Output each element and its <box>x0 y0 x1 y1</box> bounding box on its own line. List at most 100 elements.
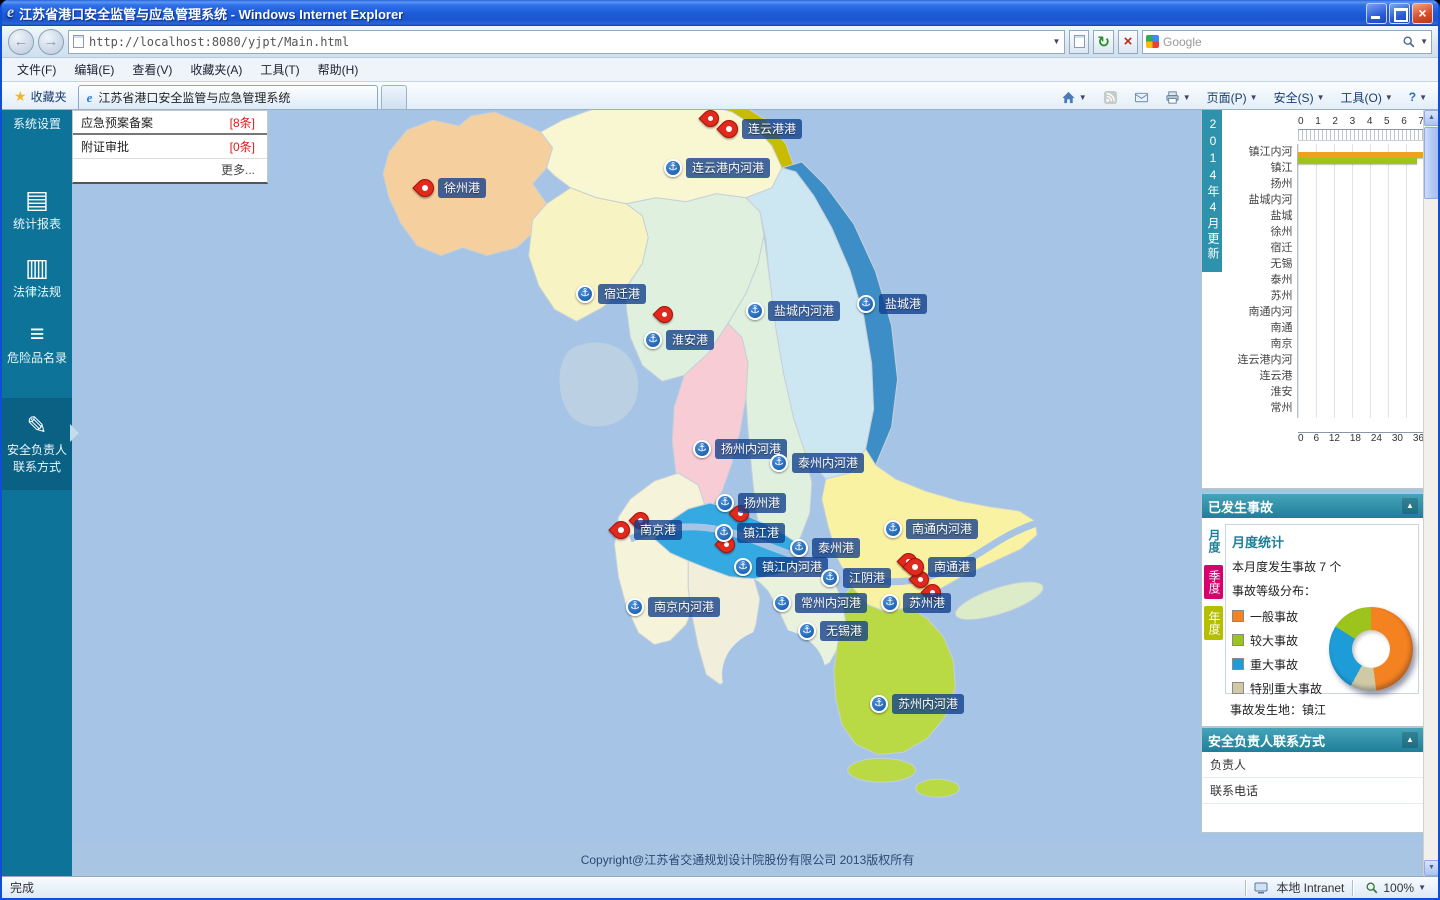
menu-item[interactable]: 编辑(E) <box>65 58 123 81</box>
menu-item[interactable]: 查看(V) <box>123 58 181 81</box>
collapse-icon[interactable]: ▲ <box>1402 732 1418 748</box>
read-mail-button[interactable] <box>1127 86 1156 108</box>
search-input[interactable] <box>1163 34 1399 49</box>
tools-menu-button[interactable]: 工具(O) ▼ <box>1333 86 1399 108</box>
menu-item[interactable]: 工具(T) <box>251 58 308 81</box>
help-icon: ? <box>1408 90 1417 104</box>
map-area[interactable]: 连云港港 连云港内河港 徐州港 宿迁港 <box>72 110 1423 876</box>
safety-menu-button[interactable]: 安全(S) ▼ <box>1267 86 1332 108</box>
address-dropdown-icon[interactable]: ▼ <box>1053 37 1061 46</box>
port-marker[interactable]: 南京港 <box>608 517 683 543</box>
port-marker[interactable]: 连云港港 <box>716 116 803 142</box>
port-label: 连云港内河港 <box>686 158 771 178</box>
chart-ruler <box>1298 130 1423 141</box>
collapse-icon[interactable]: ▲ <box>1402 498 1418 514</box>
port-marker[interactable]: 徐州港 <box>412 175 487 201</box>
notice-row[interactable]: 附证审批 [0条] <box>73 135 267 159</box>
monthly-summary: 本月度发生事故 7 个 <box>1232 560 1342 574</box>
menu-item[interactable]: 文件(F) <box>8 58 65 81</box>
rss-icon <box>1103 90 1117 104</box>
favorites-button[interactable]: ★ 收藏夹 <box>6 85 75 107</box>
sidebar-item[interactable]: ✎ 安全负责人联系方式 <box>2 398 79 490</box>
search-box[interactable]: ▼ <box>1142 29 1432 54</box>
port-marker[interactable]: 苏州港 <box>881 593 952 613</box>
menu-bar: 文件(F) 编辑(E) 查看(V) 收藏夹(A) 工具(T) 帮助(H) <box>2 58 1438 82</box>
print-button[interactable]: ▼ <box>1158 86 1198 108</box>
port-marker[interactable]: 扬州港 <box>716 493 787 513</box>
port-marker[interactable]: 江阴港 <box>821 568 892 588</box>
port-marker[interactable]: 盐城港 <box>857 294 928 314</box>
url-text[interactable]: http://localhost:8080/yjpt/Main.html <box>89 35 1048 49</box>
sidebar-item[interactable]: ▤ 统计报表 <box>2 180 72 237</box>
contacts-panel-header[interactable]: 安全负责人联系方式 ▲ <box>1202 728 1423 752</box>
minimize-button[interactable] <box>1366 2 1387 24</box>
port-marker[interactable]: 苏州内河港 <box>870 694 965 714</box>
copyright-text: Copyright@江苏省交通规划设计院股份有限公司 2013版权所有 <box>580 853 915 867</box>
port-marker[interactable]: 南京内河港 <box>626 597 721 617</box>
new-tab-button[interactable] <box>380 85 407 109</box>
accident-location: 事故发生地：镇江 <box>1230 703 1327 717</box>
port-marker[interactable]: 淮安港 <box>644 330 715 350</box>
scroll-down-button[interactable]: ▼ <box>1424 860 1438 876</box>
port-marker[interactable]: 镇江港 <box>715 523 786 543</box>
address-bar[interactable]: http://localhost:8080/yjpt/Main.html ▼ <box>68 29 1066 54</box>
port-marker[interactable]: 南通港 <box>902 554 977 580</box>
title-bar[interactable]: e 江苏省港口安全监管与应急管理系统 - Windows Internet Ex… <box>2 0 1438 26</box>
chart-category-label: 徐州 <box>1270 226 1293 238</box>
menu-item[interactable]: 收藏夹(A) <box>181 58 251 81</box>
contact-row[interactable]: 负责人 <box>1202 752 1423 778</box>
port-marker[interactable]: 宿迁港 <box>576 284 647 304</box>
menu-item[interactable]: 帮助(H) <box>309 58 368 81</box>
restore-button[interactable] <box>1389 2 1410 24</box>
chart-category-label: 泰州 <box>1270 274 1293 286</box>
port-marker[interactable]: 镇江内河港 <box>734 557 829 577</box>
port-anchor-icon <box>881 594 899 612</box>
accidents-tab[interactable]: 季度 <box>1204 565 1223 599</box>
page-menu-button[interactable]: 页面(P) ▼ <box>1200 86 1265 108</box>
close-button[interactable] <box>1412 2 1433 24</box>
sidebar-item[interactable]: ≡ 危险品名录 <box>2 314 72 371</box>
notice-row[interactable]: 应急预案备案 [8条] <box>73 111 267 135</box>
compatibility-view-button[interactable] <box>1069 29 1090 54</box>
notice-more-link[interactable]: 更多... <box>73 159 267 182</box>
search-dropdown-icon[interactable]: ▼ <box>1420 37 1428 46</box>
port-marker[interactable]: 泰州内河港 <box>770 453 865 473</box>
star-icon: ★ <box>14 87 27 104</box>
contact-row[interactable]: 联系电话 <box>1202 778 1423 804</box>
accidents-tab[interactable]: 月度 <box>1204 524 1223 558</box>
port-anchor-icon <box>626 598 644 616</box>
zoom-dropdown-icon[interactable]: ▼ <box>1418 883 1426 892</box>
scroll-up-button[interactable]: ▲ <box>1424 110 1438 126</box>
stop-button[interactable]: × <box>1118 29 1138 54</box>
sidebar-item[interactable]: 系统设置 <box>2 112 72 137</box>
chart-category-label: 苏州 <box>1270 290 1293 302</box>
port-statistics-panel: 2014年4月更新 01234567 镇江内河镇江扬州盐城内河盐城徐州宿迁无锡泰… <box>1202 110 1423 488</box>
port-marker[interactable]: 连云港内河港 <box>664 158 771 178</box>
port-anchor-icon <box>790 539 808 557</box>
port-marker[interactable]: 南通内河港 <box>884 519 979 539</box>
port-marker[interactable]: 泰州港 <box>790 538 861 558</box>
port-anchor-icon <box>902 554 928 580</box>
tab-main[interactable]: e 江苏省港口安全监管与应急管理系统 <box>77 85 378 109</box>
port-marker[interactable]: 无锡港 <box>798 621 869 641</box>
axis-tick-label: 5 <box>1384 116 1390 127</box>
zoom-control[interactable]: 100% ▼ <box>1361 881 1430 895</box>
sidebar-item[interactable]: ▥ 法律法规 <box>2 248 72 305</box>
port-anchor-icon <box>412 175 438 201</box>
forward-button[interactable]: → <box>38 28 64 55</box>
port-marker[interactable]: 常州内河港 <box>773 593 868 613</box>
vertical-scrollbar[interactable]: ▲ ▼ <box>1423 110 1438 876</box>
accidents-panel-header[interactable]: 已发生事故 ▲ <box>1202 494 1423 518</box>
refresh-button[interactable]: ↻ <box>1093 29 1114 54</box>
back-button[interactable]: ← <box>8 28 34 55</box>
search-icon[interactable] <box>1402 35 1416 49</box>
port-marker[interactable]: 盐城内河港 <box>746 301 841 321</box>
home-button[interactable]: ▼ <box>1054 86 1094 108</box>
help-button[interactable]: ? ▼ <box>1402 86 1434 108</box>
accidents-tab[interactable]: 年度 <box>1204 606 1223 640</box>
sidebar-item-label: 统计报表 <box>12 217 61 231</box>
scrollbar-thumb[interactable] <box>1424 127 1438 199</box>
page-content: 系统设置 ▤ 统计报表 ▥ 法律法规 ≡ 危险品名录 ✎ 安全负责人联系方式 连… <box>2 110 1438 876</box>
contacts-rows: 负责人 联系电话 <box>1202 752 1423 804</box>
feeds-button[interactable] <box>1096 86 1125 108</box>
